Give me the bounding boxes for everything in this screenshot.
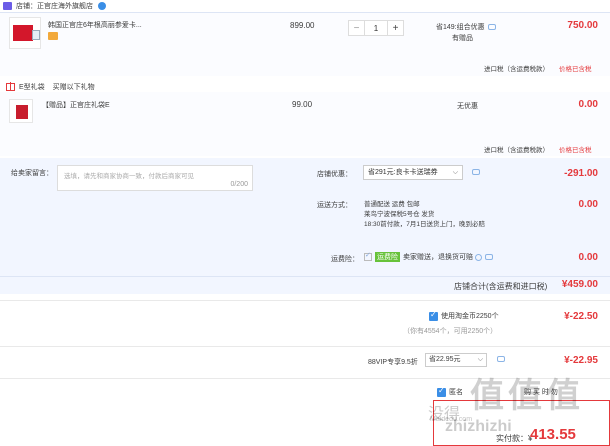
- increase-button[interactable]: +: [387, 21, 403, 35]
- item-subtotal: 0.00: [578, 99, 598, 110]
- promo-text: 省149:组合优惠: [436, 22, 496, 32]
- gift-icon: [6, 82, 15, 91]
- divider: [0, 346, 610, 347]
- help-icon[interactable]: [475, 253, 482, 261]
- shop-discount-select[interactable]: 省291元:良卡卡送瑞券 ⌵: [363, 165, 463, 180]
- shop-discount-amount: -291.00: [564, 168, 598, 179]
- gift-header: E型礼袋 买赠以下礼物: [6, 82, 95, 92]
- shipping-eta: 18:30前付款，7月1日送货上门，晚到必赔: [364, 221, 485, 228]
- unit-price: 899.00: [290, 21, 315, 30]
- gift-label: E型礼袋: [19, 84, 45, 91]
- coin-label: 使用淘金币2250个: [441, 313, 499, 320]
- tax-text: 进口税（含运费税款）: [484, 147, 549, 154]
- tax-included-link[interactable]: 价格已含税: [559, 147, 592, 154]
- message-label: 给卖家留言：: [11, 170, 53, 177]
- divider: [0, 300, 610, 301]
- shipping-info: 普通配送 运费 包邮 莱鸟宁波保税5号仓 发货 18:30前付款，7月1日送货上…: [364, 200, 485, 230]
- chat-icon[interactable]: [487, 24, 496, 31]
- chat-icon[interactable]: [472, 169, 480, 175]
- shipping-fee: 0.00: [578, 199, 598, 210]
- product-name[interactable]: 【赠品】正官庄礼袋E: [42, 100, 110, 110]
- vip-label: 88VIP专享9.5折: [368, 359, 418, 366]
- chat-icon[interactable]: [485, 254, 493, 260]
- chevron-down-icon: ⌵: [452, 169, 458, 176]
- gift-bag-image: [16, 105, 28, 119]
- insurance-label: 运费险：: [331, 256, 359, 263]
- no-promo-text: 无优惠: [457, 103, 478, 110]
- quantity-input[interactable]: 1: [365, 21, 387, 35]
- shipping-label: 运送方式：: [317, 202, 352, 209]
- vip-discount-amount: ¥-22.95: [564, 355, 598, 366]
- seller-message-field[interactable]: 选填，请先和商家协商一致，付款后商家可见 0/200: [57, 165, 253, 191]
- insurance-text: 卖家赠送，退换货可赔: [403, 254, 473, 261]
- insurance-checkbox: [364, 251, 372, 261]
- decrease-button[interactable]: −: [349, 21, 365, 35]
- product-thumbnail[interactable]: [9, 17, 41, 49]
- shipping-warehouse: 莱鸟宁波保税5号仓 发货: [364, 211, 435, 218]
- item-subtotal: 750.00: [567, 20, 598, 31]
- coin-row: 使用淘金币2250个: [429, 310, 499, 321]
- message-placeholder: 选填，请先和商家协商一致，付款后商家可见: [64, 173, 194, 180]
- shipping-method: 普通配送 运费 包邮: [364, 201, 420, 208]
- gift-note: 有赠品: [452, 35, 473, 42]
- insurance-row: 运费险 卖家赠送，退换货可赔: [364, 251, 493, 262]
- shop-discount-label: 店铺优惠：: [317, 171, 352, 178]
- chevron-down-icon: ⌵: [477, 356, 483, 363]
- card-badge-icon: [48, 32, 58, 40]
- coin-checkbox[interactable]: [429, 310, 438, 321]
- shop-total-label: 店铺合计(含运费和进口税): [454, 282, 548, 291]
- coin-discount: ¥-22.50: [564, 311, 598, 322]
- chat-bubble-icon[interactable]: [98, 2, 106, 10]
- coin-balance: （你有4554个，可用2250个）: [403, 328, 498, 335]
- quantity-stepper: − 1 +: [348, 20, 404, 36]
- char-counter: 0/200: [230, 181, 248, 188]
- insurance-fee: 0.00: [578, 252, 598, 263]
- shop-header: 店铺：正官庄海外旗舰店: [0, 0, 610, 12]
- product-thumbnail[interactable]: [9, 99, 33, 123]
- tax-text: 进口税（含运费税款）: [484, 66, 549, 73]
- watermark-site: Maidedu.com: [430, 416, 473, 423]
- product-box-image: [13, 25, 33, 41]
- tax-row: 进口税（含运费税款） 价格已含税: [484, 144, 592, 154]
- product-card-image: [32, 30, 40, 40]
- shop-name[interactable]: 店铺：正官庄海外旗舰店: [16, 1, 93, 11]
- vip-discount-select[interactable]: 省22.95元 ⌵: [425, 353, 487, 367]
- shop-discount-value: 省291元:良卡卡送瑞券: [368, 169, 438, 176]
- unit-price: 99.00: [292, 100, 313, 109]
- tax-included-link[interactable]: 价格已含税: [559, 66, 592, 73]
- shop-icon: [3, 2, 12, 10]
- chat-icon[interactable]: [497, 356, 505, 362]
- product-name[interactable]: 韩国正官庄6年根高丽参爱卡...: [48, 20, 142, 30]
- insurance-tag: 运费险: [375, 252, 400, 262]
- shop-total-value: ¥459.00: [561, 279, 598, 290]
- tax-row: 进口税（含运费税款） 价格已含税: [484, 63, 592, 73]
- gift-note: 买赠以下礼物: [52, 84, 95, 91]
- watermark-logo: 值值值: [470, 377, 584, 415]
- vip-discount-value: 省22.95元: [429, 356, 461, 363]
- promo-label: 省149:组合优惠: [436, 24, 485, 31]
